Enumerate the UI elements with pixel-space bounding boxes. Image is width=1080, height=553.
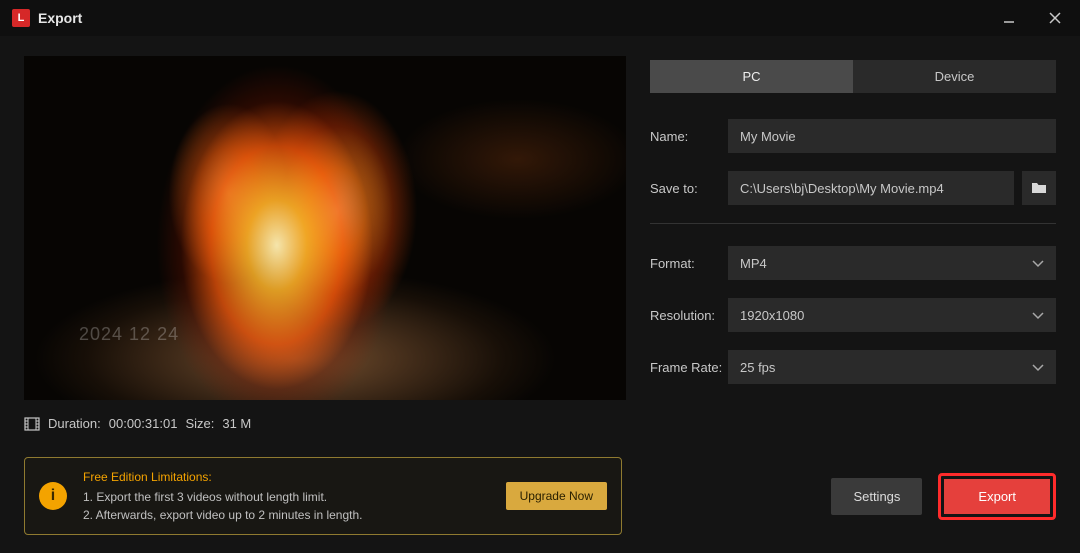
minimize-button[interactable]	[996, 7, 1022, 29]
format-label: Format:	[650, 256, 728, 271]
saveto-input[interactable]	[728, 171, 1014, 205]
limitations-line1: 1. Export the first 3 videos without len…	[83, 488, 490, 506]
limitations-title: Free Edition Limitations:	[83, 468, 490, 486]
close-button[interactable]	[1042, 7, 1068, 29]
size-value: 31 M	[222, 416, 251, 431]
resolution-select[interactable]: 1920x1080	[728, 298, 1056, 332]
film-icon	[24, 417, 40, 431]
framerate-select[interactable]: 25 fps	[728, 350, 1056, 384]
resolution-value: 1920x1080	[740, 308, 804, 323]
upgrade-button[interactable]: Upgrade Now	[506, 482, 607, 510]
duration-label: Duration:	[48, 416, 101, 431]
chevron-down-icon	[1032, 308, 1044, 323]
duration-value: 00:00:31:01	[109, 416, 178, 431]
video-preview: 2024 12 24	[24, 56, 626, 400]
framerate-value: 25 fps	[740, 360, 775, 375]
resolution-label: Resolution:	[650, 308, 728, 323]
name-label: Name:	[650, 129, 728, 144]
preview-watermark: 2024 12 24	[79, 324, 179, 345]
tab-device[interactable]: Device	[853, 60, 1056, 93]
size-label: Size:	[185, 416, 214, 431]
saveto-label: Save to:	[650, 181, 728, 196]
preview-meta: Duration: 00:00:31:01 Size: 31 M	[24, 416, 626, 431]
titlebar: L Export	[0, 0, 1080, 36]
tab-pc[interactable]: PC	[650, 60, 853, 93]
window-title: Export	[38, 10, 82, 26]
format-select[interactable]: MP4	[728, 246, 1056, 280]
limitations-line2: 2. Afterwards, export video up to 2 minu…	[83, 506, 490, 524]
settings-button[interactable]: Settings	[831, 478, 922, 515]
divider	[650, 223, 1056, 224]
export-tabs: PC Device	[650, 60, 1056, 93]
info-icon: i	[39, 482, 67, 510]
format-value: MP4	[740, 256, 767, 271]
chevron-down-icon	[1032, 360, 1044, 375]
name-input[interactable]	[728, 119, 1056, 153]
chevron-down-icon	[1032, 256, 1044, 271]
app-icon: L	[12, 9, 30, 27]
browse-button[interactable]	[1022, 171, 1056, 205]
limitations-notice: i Free Edition Limitations: 1. Export th…	[24, 457, 622, 535]
export-button-highlight: Export	[938, 473, 1056, 520]
export-button[interactable]: Export	[944, 479, 1050, 514]
framerate-label: Frame Rate:	[650, 360, 728, 375]
preview-image	[24, 56, 626, 400]
folder-icon	[1031, 181, 1047, 195]
